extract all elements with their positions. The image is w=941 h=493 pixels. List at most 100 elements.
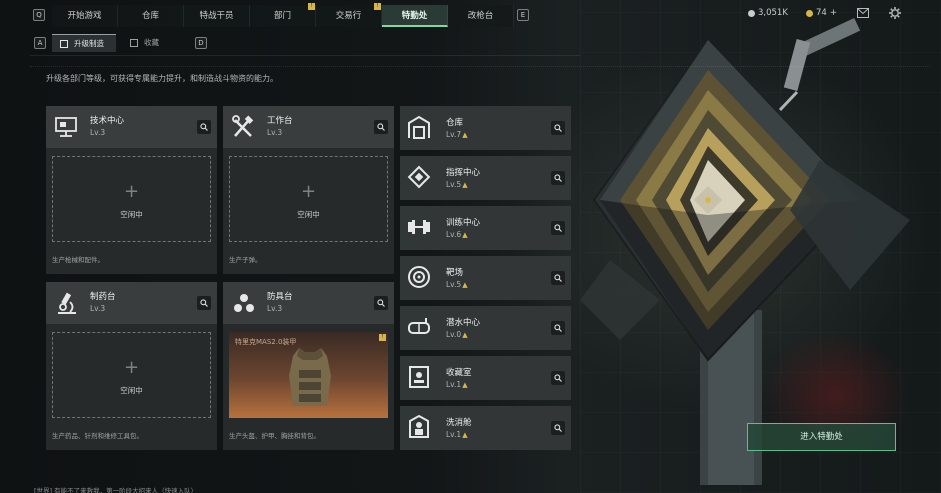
workstation-name: 工作台 <box>267 116 293 126</box>
production-slot[interactable]: + 空闲中 <box>52 156 211 242</box>
workstation-level: Lv.3 <box>90 128 106 137</box>
plus-icon: + <box>123 181 140 202</box>
workstation-description: 生产枪械和配件。 <box>52 256 104 264</box>
search-icon[interactable] <box>551 271 565 285</box>
department-row-training-center[interactable]: 训练中心 Lv.6▲ <box>400 206 571 250</box>
department-name: 训练中心 <box>446 218 481 228</box>
microscope-icon <box>54 290 80 316</box>
workstation-card-tech-center[interactable]: 技术中心 Lv.3 + 空闲中 生产枪械和配件。 <box>46 106 217 274</box>
department-row-collection-room[interactable]: 收藏室 Lv.1▲ <box>400 356 571 400</box>
search-icon[interactable] <box>197 120 211 134</box>
upgrade-available-icon: ▲ <box>462 181 468 189</box>
gear-icon[interactable] <box>888 7 902 21</box>
upgrade-available-icon: ▲ <box>462 131 468 139</box>
workstation-name: 技术中心 <box>90 116 125 126</box>
favorite-icon <box>130 39 138 47</box>
world-chat-line[interactable]: [世界] 有能不了来救我，第一阶段大招来人（快速入队） <box>34 485 197 493</box>
production-slot[interactable]: + 空闲中 <box>229 156 388 242</box>
department-level: Lv.5▲ <box>446 180 468 189</box>
armor-parts-icon <box>231 290 257 316</box>
workstation-card-workbench[interactable]: 工作台 Lv.3 + 空闲中 生产子弹。 <box>223 106 394 274</box>
card-header: 制药台 Lv.3 <box>46 282 217 324</box>
workstation-name: 制药台 <box>90 292 116 302</box>
main-tabs: 开始游戏 仓库 特战干员 部门! 交易行! 特勤处 改枪台 <box>52 3 514 27</box>
workstation-card-armor-bench[interactable]: 防具台 Lv.3 特里克MAS2.0装甲 ! 生产头盔、护甲、胸挂和背包。 <box>223 282 394 450</box>
divider <box>30 55 580 56</box>
subtab-next-key-hint[interactable]: D <box>195 37 207 49</box>
department-name: 指挥中心 <box>446 168 481 178</box>
divider <box>30 66 930 67</box>
page-description: 升级各部门等级，可获得专属能力提升，和制造战斗物资的能力。 <box>46 74 278 83</box>
plus-icon: + <box>123 357 140 378</box>
workstation-level: Lv.3 <box>267 304 283 313</box>
collection-icon <box>406 364 432 390</box>
subtab-favorites[interactable]: 收藏 <box>122 34 171 52</box>
plus-icon: + <box>300 181 317 202</box>
upgrade-available-icon: ▲ <box>462 331 468 339</box>
workstation-description: 生产头盔、护甲、胸挂和背包。 <box>229 432 320 440</box>
search-icon[interactable] <box>551 171 565 185</box>
gem-amount: 74 <box>816 8 827 18</box>
add-currency-button[interactable]: + <box>830 8 837 18</box>
department-name: 洗消舱 <box>446 418 472 428</box>
command-icon <box>406 164 432 190</box>
department-name: 靶场 <box>446 268 464 278</box>
shower-icon <box>406 414 432 440</box>
tab-trading[interactable]: 交易行! <box>316 3 382 27</box>
top-navigation-bar: Q 开始游戏 仓库 特战干员 部门! 交易行! 特勤处 改枪台 E 3,051K… <box>0 0 941 30</box>
upgrade-available-icon: ▲ <box>462 381 468 389</box>
tools-icon <box>231 114 257 140</box>
notification-badge: ! <box>379 334 386 341</box>
card-header: 技术中心 Lv.3 <box>46 106 217 148</box>
tab-gunsmith[interactable]: 改枪台 <box>448 5 514 27</box>
craft-icon <box>60 40 68 48</box>
armor-vest-image <box>289 348 331 406</box>
tab-start-game[interactable]: 开始游戏 <box>52 5 118 27</box>
department-level: Lv.6▲ <box>446 230 468 239</box>
search-icon[interactable] <box>374 120 388 134</box>
mail-icon[interactable] <box>856 7 870 21</box>
production-slot[interactable]: + 空闲中 <box>52 332 211 418</box>
department-level: Lv.0▲ <box>446 330 468 339</box>
production-item[interactable]: 特里克MAS2.0装甲 ! <box>229 332 388 418</box>
coin-icon <box>748 9 755 17</box>
workstation-level: Lv.3 <box>90 304 106 313</box>
workstation-card-pharmacy[interactable]: 制药台 Lv.3 + 空闲中 生产药品、针剂和维修工具包。 <box>46 282 217 450</box>
department-level: Lv.1▲ <box>446 430 468 439</box>
nav-next-key-hint[interactable]: E <box>517 9 529 21</box>
department-name: 仓库 <box>446 118 464 128</box>
department-row-diving-center[interactable]: 潜水中心 Lv.0▲ <box>400 306 571 350</box>
upgrade-available-icon: ▲ <box>462 281 468 289</box>
nav-prev-key-hint[interactable]: Q <box>33 9 45 21</box>
department-level: Lv.1▲ <box>446 380 468 389</box>
search-icon[interactable] <box>551 371 565 385</box>
coin-balance: 3,051K <box>748 8 788 18</box>
department-row-warehouse[interactable]: 仓库 Lv.7▲ <box>400 106 571 150</box>
enter-special-ops-button[interactable]: 进入特勤处 <box>747 423 896 451</box>
tab-departments[interactable]: 部门! <box>250 3 316 27</box>
subtab-prev-key-hint[interactable]: A <box>34 37 46 49</box>
workstation-description: 生产子弹。 <box>229 256 262 264</box>
card-header: 工作台 Lv.3 <box>223 106 394 148</box>
gem-icon <box>806 9 813 17</box>
department-name: 收藏室 <box>446 368 472 378</box>
tab-warehouse[interactable]: 仓库 <box>118 5 184 27</box>
search-icon[interactable] <box>374 296 388 310</box>
search-icon[interactable] <box>197 296 211 310</box>
department-row-command-center[interactable]: 指挥中心 Lv.5▲ <box>400 156 571 200</box>
tab-special-ops[interactable]: 特勤处 <box>382 5 448 27</box>
target-icon <box>406 264 432 290</box>
search-icon[interactable] <box>551 321 565 335</box>
department-level: Lv.7▲ <box>446 130 468 139</box>
department-row-decon-chamber[interactable]: 洗消舱 Lv.1▲ <box>400 406 571 450</box>
upgrade-available-icon: ▲ <box>462 231 468 239</box>
upgrade-available-icon: ▲ <box>462 431 468 439</box>
department-row-shooting-range[interactable]: 靶场 Lv.5▲ <box>400 256 571 300</box>
subtab-upgrade-craft[interactable]: 升级制造 <box>52 34 116 52</box>
search-icon[interactable] <box>551 421 565 435</box>
workstation-name: 防具台 <box>267 292 293 302</box>
search-icon[interactable] <box>551 121 565 135</box>
tab-operators[interactable]: 特战干员 <box>184 5 250 27</box>
search-icon[interactable] <box>551 221 565 235</box>
sub-tabs: 升级制造 收藏 <box>52 34 177 52</box>
